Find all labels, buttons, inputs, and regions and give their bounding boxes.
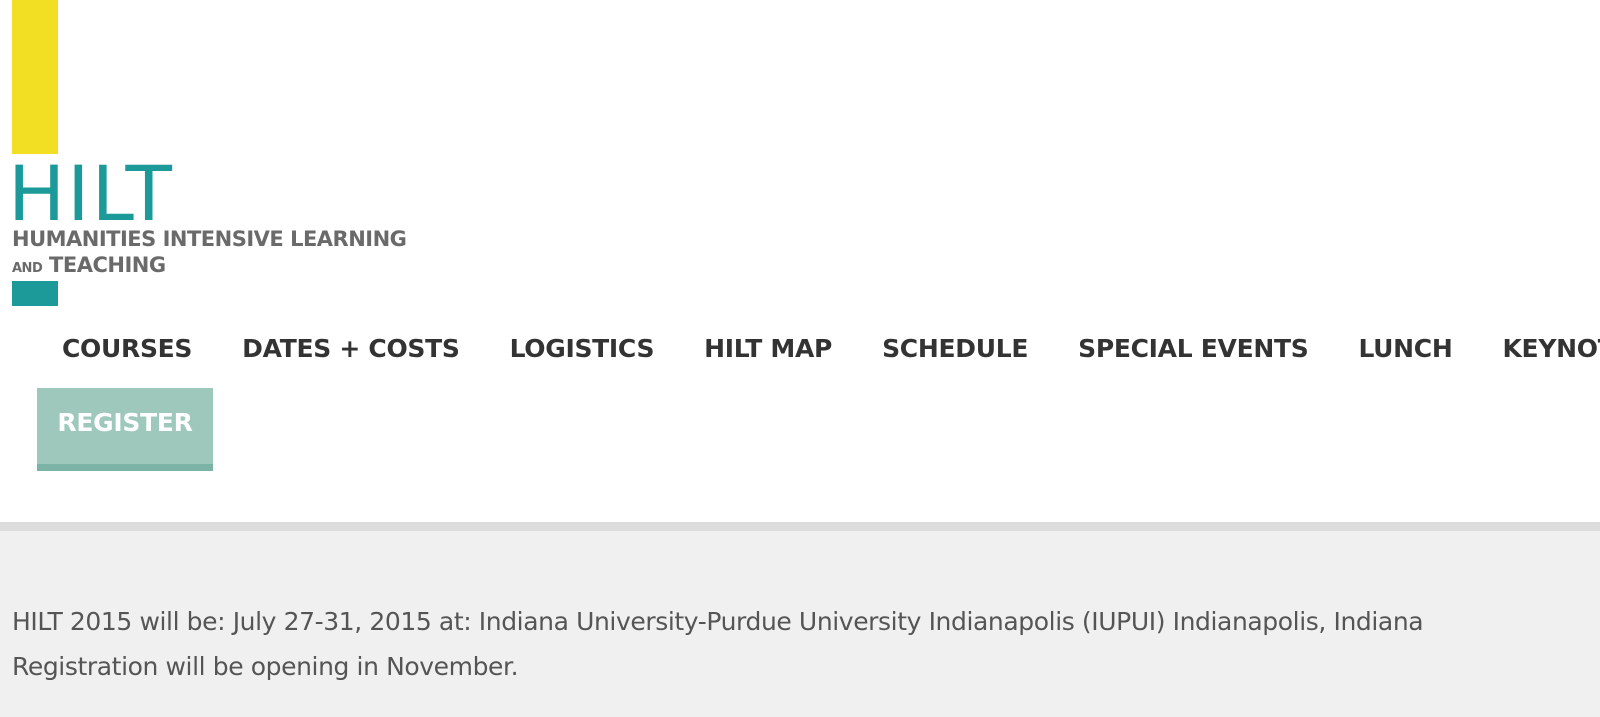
nav-item-courses[interactable]: COURSES — [37, 334, 217, 363]
main-nav: COURSES DATES + COSTS LOGISTICS HILT MAP… — [37, 323, 1600, 373]
logo-tagline-line1: HUMANITIES INTENSIVE LEARNING — [12, 227, 407, 251]
registration-notice-text: Registration will be opening in November… — [12, 652, 519, 681]
hilt-logo[interactable]: HILT HUMANITIES INTENSIVE LEARNING AND T… — [0, 0, 420, 310]
logo-teal-bar — [12, 281, 58, 306]
header-divider — [0, 522, 1600, 531]
main-content: HILT 2015 will be: July 27-31, 2015 at: … — [0, 531, 1600, 717]
site-header: HILT HUMANITIES INTENSIVE LEARNING AND T… — [0, 0, 1600, 522]
logo-tagline: HUMANITIES INTENSIVE LEARNING AND TEACHI… — [12, 226, 407, 282]
logo-tagline-line2: AND TEACHING — [12, 252, 406, 282]
nav-item-special-events[interactable]: SPECIAL EVENTS — [1053, 334, 1333, 363]
nav-item-hilt-map[interactable]: HILT MAP — [679, 334, 857, 363]
nav-item-schedule[interactable]: SCHEDULE — [857, 334, 1053, 363]
nav-item-logistics[interactable]: LOGISTICS — [485, 334, 680, 363]
logo-yellow-bar — [12, 0, 58, 154]
event-info-text: HILT 2015 will be: July 27-31, 2015 at: … — [12, 607, 1424, 636]
logo-wordmark: HILT — [8, 149, 174, 238]
nav-item-keynote[interactable]: KEYNOTE — [1477, 334, 1600, 363]
nav-item-lunch[interactable]: LUNCH — [1333, 334, 1477, 363]
register-button[interactable]: REGISTER — [37, 388, 213, 471]
logo-tagline-teaching: TEACHING — [49, 253, 166, 277]
nav-item-dates-costs[interactable]: DATES + COSTS — [217, 334, 484, 363]
logo-tagline-and: AND — [12, 261, 43, 276]
